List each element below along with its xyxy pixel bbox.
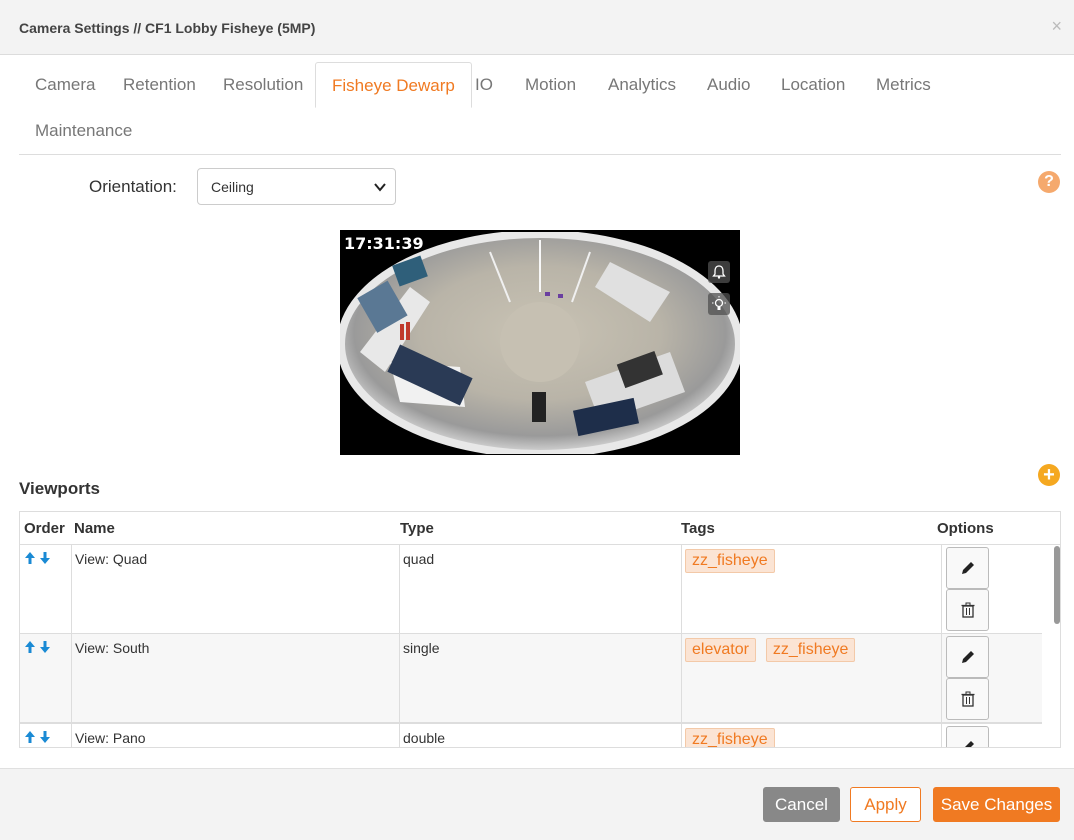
- column-order: Order: [24, 520, 65, 537]
- tag-badge: elevator: [685, 638, 756, 662]
- edit-button[interactable]: [946, 726, 989, 747]
- close-icon[interactable]: ×: [1051, 16, 1062, 37]
- preview-timestamp: 17:31:39: [344, 234, 424, 253]
- reorder-arrows-icon[interactable]: [24, 640, 56, 654]
- table-row: View: Quad quad zz_fisheye: [20, 545, 1042, 634]
- column-tags: Tags: [681, 520, 715, 537]
- tab-bar: Camera Retention Resolution Fisheye Dewa…: [19, 62, 1061, 155]
- options-cell: [942, 724, 1042, 747]
- fisheye-image: [340, 232, 740, 454]
- table-header: Order Name Type Tags Options: [20, 512, 1060, 545]
- dialog-title: Camera Settings // CF1 Lobby Fisheye (5M…: [19, 20, 316, 36]
- reorder-arrows-icon[interactable]: [24, 730, 56, 744]
- fisheye-preview: 17:31:39: [340, 230, 740, 455]
- tab-retention[interactable]: Retention: [107, 62, 212, 108]
- viewport-type: single: [403, 640, 440, 656]
- save-changes-button[interactable]: Save Changes: [933, 787, 1060, 822]
- scrollbar-thumb[interactable]: [1054, 546, 1060, 624]
- light-bulb-icon[interactable]: [708, 293, 730, 315]
- tags-cell: zz_fisheye: [682, 724, 942, 747]
- name-cell: View: South: [72, 634, 400, 722]
- column-type: Type: [400, 520, 434, 537]
- trash-icon: [961, 602, 975, 618]
- dialog-header: Camera Settings // CF1 Lobby Fisheye (5M…: [0, 0, 1074, 55]
- edit-button[interactable]: [946, 636, 989, 678]
- viewports-table: Order Name Type Tags Options View: Quad …: [19, 511, 1061, 748]
- orientation-label: Orientation:: [89, 177, 177, 196]
- column-name: Name: [74, 520, 115, 537]
- tab-analytics[interactable]: Analytics: [592, 62, 692, 108]
- table-scrollbar[interactable]: [1052, 544, 1061, 747]
- add-viewport-icon[interactable]: +: [1038, 464, 1060, 486]
- tab-location[interactable]: Location: [765, 62, 861, 108]
- tab-maintenance[interactable]: Maintenance: [19, 108, 148, 154]
- chevron-down-icon: [374, 183, 386, 192]
- cancel-button[interactable]: Cancel: [763, 787, 840, 822]
- type-cell: double: [400, 724, 682, 747]
- options-cell: [942, 545, 1042, 633]
- order-cell: [20, 724, 72, 747]
- pencil-icon: [962, 651, 974, 663]
- tag-badge: zz_fisheye: [685, 549, 775, 573]
- tab-motion[interactable]: Motion: [509, 62, 592, 108]
- tags-cell: zz_fisheye: [682, 545, 942, 633]
- table-row: View: South single elevator zz_fisheye: [20, 634, 1042, 723]
- viewport-type: quad: [403, 551, 435, 567]
- pencil-icon: [965, 741, 974, 747]
- type-cell: quad: [400, 545, 682, 633]
- tag-badge: zz_fisheye: [685, 728, 775, 747]
- name-cell: View: Quad: [72, 545, 400, 633]
- dialog-footer: Cancel Apply Save Changes: [0, 768, 1074, 840]
- viewport-type: double: [403, 730, 446, 746]
- orientation-value: Ceiling: [211, 179, 254, 195]
- bell-icon[interactable]: [708, 261, 730, 283]
- help-icon[interactable]: ?: [1038, 171, 1060, 193]
- trash-icon: [961, 691, 975, 707]
- name-cell: View: Pano: [72, 724, 400, 747]
- tags-cell: elevator zz_fisheye: [682, 634, 942, 722]
- tab-audio[interactable]: Audio: [691, 62, 766, 108]
- tab-metrics[interactable]: Metrics: [860, 62, 947, 108]
- viewports-heading: Viewports: [19, 479, 100, 498]
- delete-button[interactable]: [946, 678, 989, 720]
- tag-badge: zz_fisheye: [765, 638, 856, 662]
- delete-button[interactable]: [946, 589, 989, 631]
- tab-resolution[interactable]: Resolution: [207, 62, 319, 108]
- orientation-select[interactable]: Ceiling: [197, 168, 396, 205]
- tab-fisheye-dewarp[interactable]: Fisheye Dewarp: [315, 62, 472, 108]
- reorder-arrows-icon[interactable]: [24, 551, 56, 565]
- tab-io[interactable]: IO: [459, 62, 509, 108]
- column-options: Options: [937, 520, 994, 537]
- type-cell: single: [400, 634, 682, 722]
- table-row: View: Pano double zz_fisheye: [20, 723, 1042, 747]
- tab-camera[interactable]: Camera: [19, 62, 111, 108]
- edit-button[interactable]: [946, 547, 989, 589]
- viewport-name: View: Pano: [75, 730, 146, 746]
- pencil-icon: [962, 562, 974, 574]
- options-cell: [942, 634, 1042, 722]
- apply-button[interactable]: Apply: [850, 787, 921, 822]
- viewport-name: View: Quad: [75, 551, 148, 567]
- order-cell: [20, 634, 72, 722]
- order-cell: [20, 545, 72, 633]
- viewport-name: View: South: [75, 640, 150, 656]
